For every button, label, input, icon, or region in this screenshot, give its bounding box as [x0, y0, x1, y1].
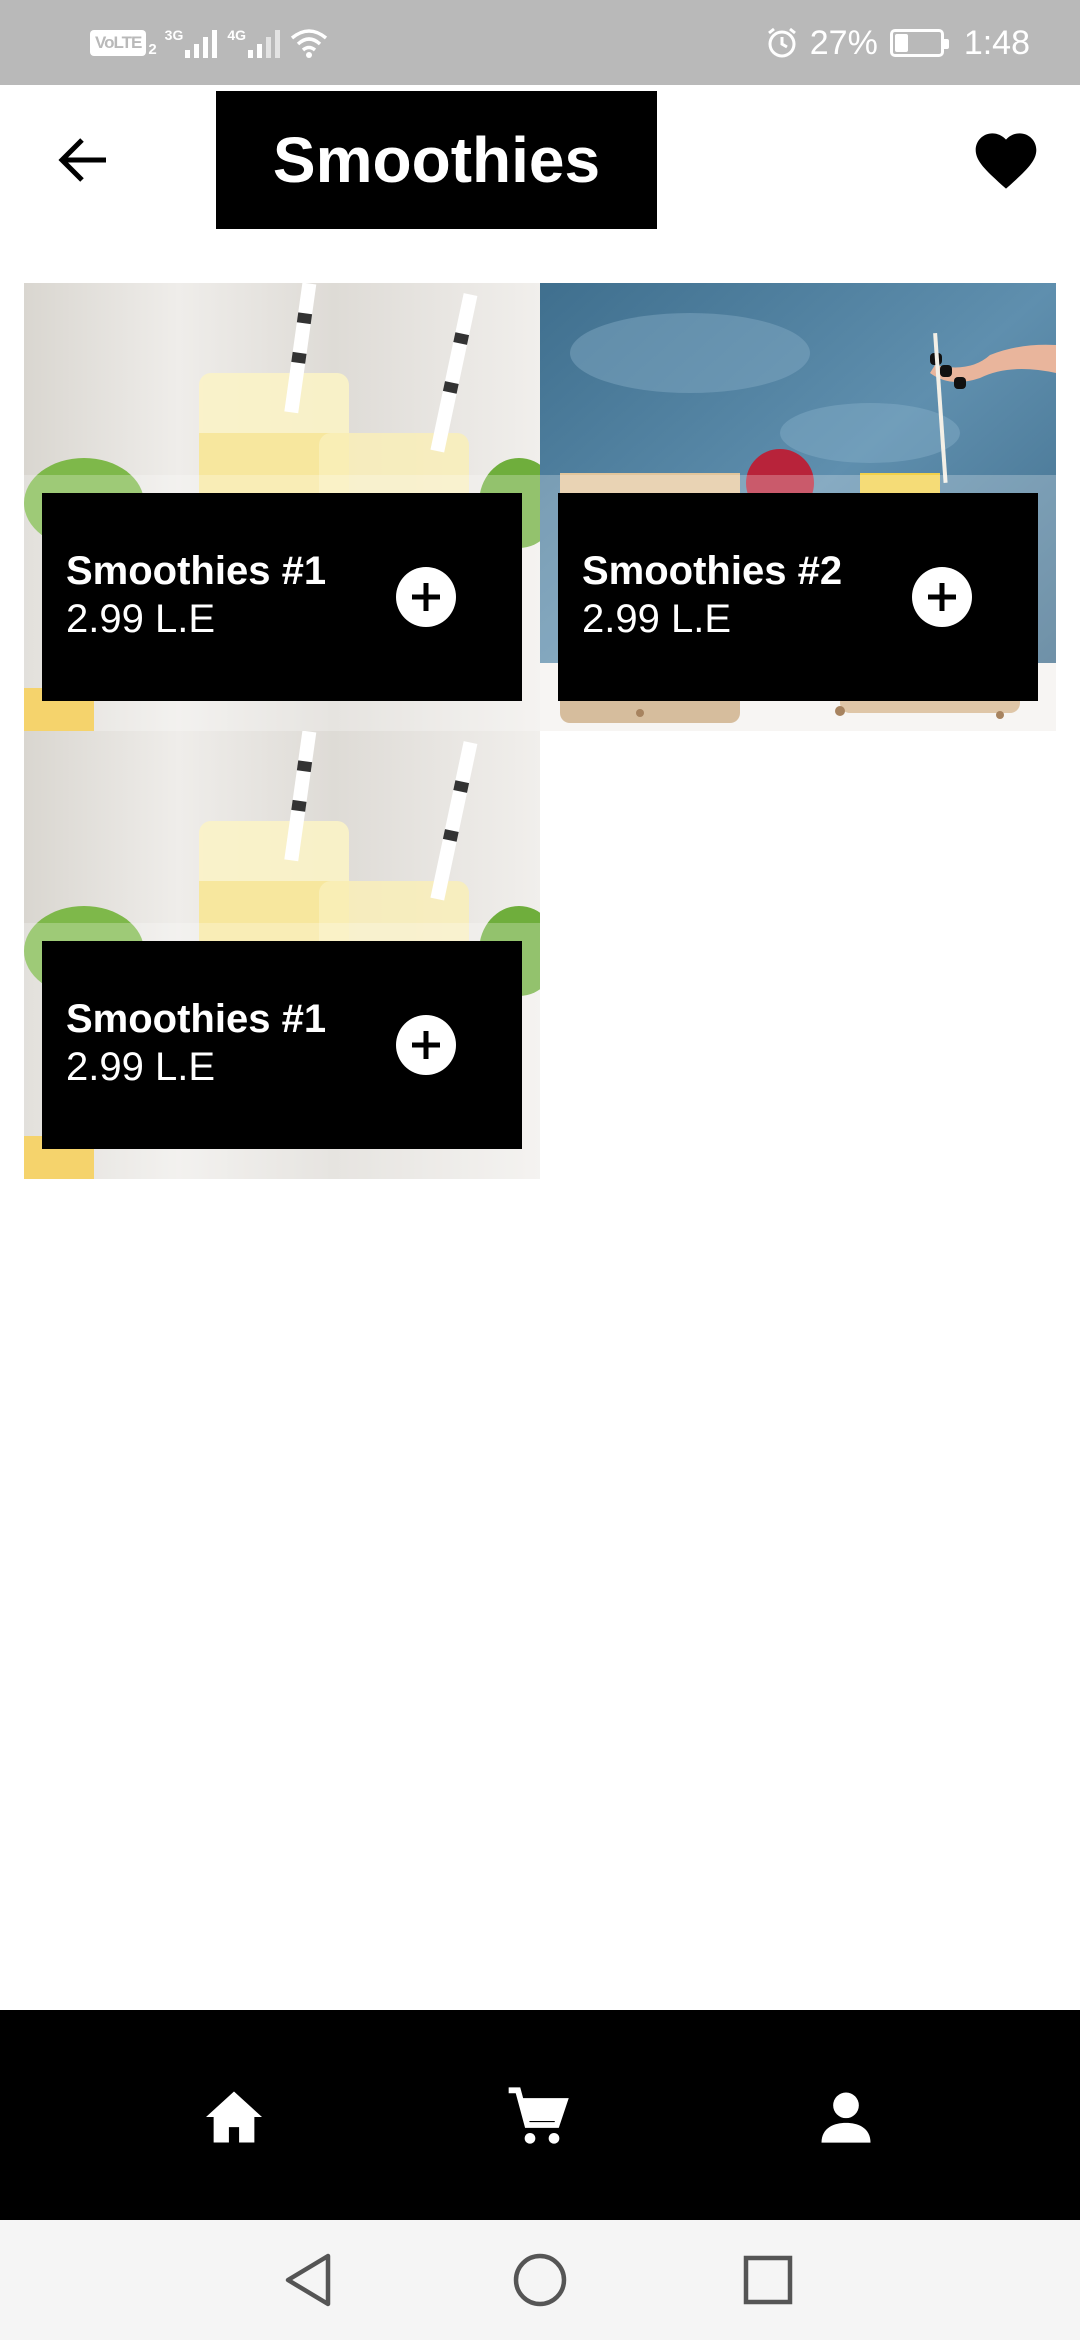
product-name: Smoothies #2: [582, 549, 843, 593]
add-to-cart-button[interactable]: [396, 567, 456, 627]
battery-level: [894, 34, 908, 52]
back-button[interactable]: [48, 125, 118, 195]
network-type-2: 4G: [227, 27, 247, 43]
volte-badge: VoLTE: [90, 30, 147, 56]
battery-icon: [889, 29, 949, 57]
system-home-button[interactable]: [508, 2248, 572, 2312]
product-price: 2.99 L.E: [582, 597, 732, 641]
product-info: Smoothies #1 2.99 L.E: [42, 941, 522, 1149]
back-triangle-icon: [285, 2253, 331, 2307]
status-bar: VoLTE 2 3G 4G 27% 1:48: [0, 0, 1080, 85]
nav-home[interactable]: [199, 2082, 269, 2152]
add-to-cart-button[interactable]: [912, 567, 972, 627]
page-title: Smoothies: [272, 124, 601, 196]
home-icon: [206, 2091, 262, 2143]
nav-profile[interactable]: [811, 2082, 881, 2152]
app-header: Smoothies: [0, 85, 1080, 245]
plus-icon: [928, 583, 956, 611]
network-type-1: 3G: [164, 27, 184, 43]
heart-icon: [975, 133, 1037, 189]
add-to-cart-button[interactable]: [396, 1015, 456, 1075]
sim-number: 2: [148, 40, 157, 58]
status-left: VoLTE 2 3G 4G: [90, 20, 328, 66]
product-name: Smoothies #1: [66, 997, 327, 1041]
plus-icon: [412, 1031, 440, 1059]
recents-square-icon: [743, 2255, 793, 2305]
product-name: Smoothies #1: [66, 549, 327, 593]
system-recents-button[interactable]: [736, 2248, 800, 2312]
product-info: Smoothies #2 2.99 L.E: [558, 493, 1038, 701]
cart-icon: [508, 2087, 569, 2144]
status-right: 27% 1:48: [766, 18, 1030, 68]
plus-icon: [412, 583, 440, 611]
signal-icon: [185, 30, 218, 58]
nav-cart[interactable]: [503, 2082, 573, 2152]
product-card[interactable]: Smoothies #1 2.99 L.E: [24, 283, 540, 731]
page-title-box: Smoothies: [216, 91, 657, 229]
home-circle-icon: [513, 2253, 567, 2307]
product-price: 2.99 L.E: [66, 597, 216, 641]
system-back-button[interactable]: [276, 2248, 340, 2312]
product-card[interactable]: Smoothies #2 2.99 L.E: [540, 283, 1056, 731]
wifi-icon: [290, 29, 328, 58]
bottom-nav: [0, 2010, 1080, 2220]
favorites-button[interactable]: [968, 123, 1044, 199]
system-nav-bar: [0, 2220, 1080, 2340]
battery-percent: 27%: [809, 23, 878, 62]
signal-icon: [248, 30, 281, 58]
product-info: Smoothies #1 2.99 L.E: [42, 493, 522, 701]
arrow-left-icon: [58, 138, 106, 182]
product-card[interactable]: Smoothies #1 2.99 L.E: [24, 731, 540, 1179]
alarm-icon: [767, 27, 796, 58]
product-price: 2.99 L.E: [66, 1045, 216, 1089]
clock: 1:48: [963, 23, 1030, 62]
person-icon: [821, 2092, 871, 2143]
